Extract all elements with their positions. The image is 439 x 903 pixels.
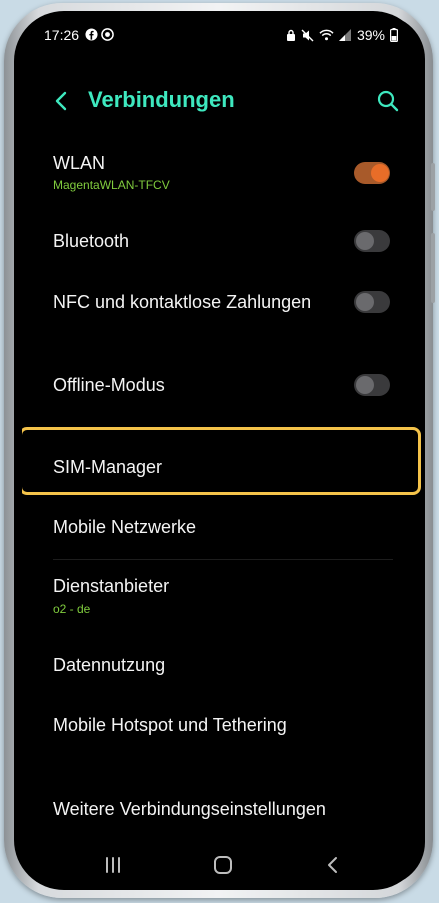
mute-icon: [301, 29, 314, 41]
battery-icon: [390, 28, 398, 42]
status-right: 39%: [286, 27, 398, 43]
setting-offline-mode[interactable]: Offline-Modus: [22, 361, 425, 409]
setting-wlan[interactable]: WLAN MagentaWLAN-TFCV: [22, 149, 425, 197]
toggle-knob: [356, 376, 374, 394]
setting-label: Bluetooth: [53, 231, 130, 251]
signal-icon: [338, 29, 351, 41]
bluetooth-toggle[interactable]: [354, 230, 390, 252]
setting-label: Datennutzung: [53, 655, 166, 675]
nav-bar: [22, 848, 425, 882]
status-left-icons: [85, 28, 114, 41]
facebook-icon: [85, 28, 98, 41]
wifi-icon: [319, 29, 334, 41]
search-icon[interactable]: [375, 88, 401, 114]
power-button: [431, 233, 435, 303]
setting-label: Weitere Verbindungseinstellungen: [53, 799, 326, 819]
setting-label: SIM-Manager: [53, 457, 163, 477]
battery-percent: 39%: [356, 27, 385, 43]
setting-data-usage[interactable]: Datennutzung: [22, 643, 425, 691]
setting-bluetooth[interactable]: Bluetooth: [22, 217, 425, 265]
recent-apps-icon[interactable]: [100, 852, 126, 878]
nfc-toggle[interactable]: [354, 291, 390, 313]
page-title: Verbindungen: [88, 87, 235, 112]
wlan-toggle[interactable]: [354, 162, 390, 184]
setting-label: Mobile Hotspot und Tethering: [53, 715, 287, 735]
header: Verbindungen: [22, 81, 425, 121]
toggle-knob: [371, 164, 389, 182]
volume-button: [431, 163, 435, 211]
back-icon[interactable]: [320, 852, 346, 878]
offline-mode-toggle[interactable]: [354, 374, 390, 396]
toggle-knob: [356, 293, 374, 311]
setting-label: NFC und kontaktlose Zahlungen: [53, 292, 312, 312]
setting-mobile-networks[interactable]: Mobile Netzwerke: [22, 505, 425, 553]
wlan-network-name: MagentaWLAN-TFCV: [53, 178, 170, 192]
toggle-knob: [356, 232, 374, 250]
chevron-left-icon[interactable]: [48, 87, 76, 115]
phone-frame: 17:26 39% Verbindungen WLAN MagentaWLAN-…: [4, 3, 435, 898]
setting-label: Dienstanbieter: [53, 576, 170, 596]
lock-icon: [286, 29, 295, 41]
provider-name: o2 - de: [53, 602, 91, 616]
setting-sim-manager[interactable]: SIM-Manager: [22, 437, 425, 485]
screen: 17:26 39% Verbindungen WLAN MagentaWLAN-…: [22, 15, 425, 886]
divider: [53, 559, 393, 560]
home-icon[interactable]: [210, 852, 236, 878]
setting-hotspot[interactable]: Mobile Hotspot und Tethering: [22, 703, 425, 751]
setting-label: Offline-Modus: [53, 375, 165, 395]
setting-provider[interactable]: Dienstanbieter o2 - de: [22, 575, 425, 623]
setting-label: Mobile Netzwerke: [53, 517, 197, 537]
setting-nfc[interactable]: NFC und kontaktlose Zahlungen: [22, 278, 425, 326]
setting-more-connections[interactable]: Weitere Verbindungseinstellungen: [22, 787, 425, 835]
status-bar: 17:26 39%: [22, 15, 425, 55]
setting-label: WLAN: [53, 153, 106, 173]
chat-icon: [101, 28, 114, 41]
status-time: 17:26: [44, 27, 80, 43]
